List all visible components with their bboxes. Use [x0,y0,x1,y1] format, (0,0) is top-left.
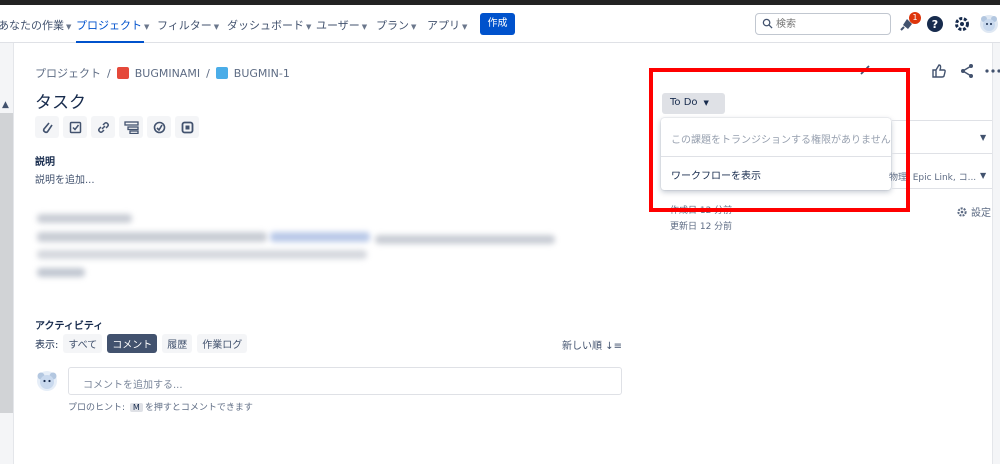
gear-icon [957,206,967,217]
description-label: 説明 [35,157,55,168]
show-label: 表示: [35,340,59,351]
breadcrumb-issue-key[interactable]: BUGMIN-1 [234,67,290,80]
blurred-content [375,235,555,244]
search-input[interactable] [776,16,886,32]
nav-apps[interactable]: アプリ ▼ [427,17,467,33]
automation-icon [153,121,165,133]
blurred-content [37,214,132,223]
nav-people[interactable]: ユーザー ▼ [316,17,367,33]
search-box[interactable] [755,13,891,35]
tab-comments[interactable]: コメント [107,334,158,353]
activity-tabs: 表示: すべて コメント 履歴 作業ログ [35,334,248,353]
blurred-content [37,250,367,259]
link-issue-button[interactable] [91,116,115,138]
task-type-icon [215,67,228,79]
add-web-link-button[interactable] [119,116,143,138]
nav-dashboards[interactable]: ダッシュボード ▼ [227,17,311,33]
checkbox-icon [69,121,81,133]
app-button[interactable] [175,116,199,138]
user-avatar-icon[interactable] [979,14,999,34]
tab-all[interactable]: すべて [63,334,103,353]
scrollbar-thumb[interactable] [0,113,13,413]
settings-label: 設定 [971,208,991,219]
notification-badge: 1 [909,12,921,24]
nav-plans[interactable]: プラン ▼ [376,17,416,33]
left-scrollbar[interactable]: ▲ [0,43,14,464]
settings-gear-icon[interactable] [952,14,972,34]
project-icon [116,67,129,79]
sort-order-button[interactable]: 新しい順 ↓≡ [562,337,622,352]
tab-history[interactable]: 履歴 [162,334,193,353]
issue-toolbar [35,116,199,138]
search-icon [762,18,773,29]
more-actions-icon[interactable] [984,62,1000,80]
attach-button[interactable] [35,116,59,138]
tab-worklog[interactable]: 作業ログ [197,334,248,353]
app-icon [181,121,193,133]
updated-date: 更新日 12 分前 [670,222,733,232]
breadcrumb-separator: / [107,66,111,80]
description-placeholder[interactable]: 説明を追加... [35,171,95,186]
comment-input[interactable]: コメントを追加する... [68,367,622,395]
blurred-content [37,232,267,242]
link-icon [97,121,109,133]
hint-prefix: プロのヒント: [68,403,126,413]
right-scrollbar[interactable] [992,43,1000,464]
hint-suffix: を押すとコメントできます [144,403,253,413]
chevron-down-icon[interactable]: ▼ [980,171,986,180]
nav-filters[interactable]: フィルター ▼ [157,17,219,33]
breadcrumb: プロジェクト / BUGMINAMI / BUGMIN-1 [35,65,290,81]
top-navigation: あなたの作業 ▼ プロジェクト ▼ フィルター ▼ ダッシュボード ▼ ユーザー ▼ プラ… [0,5,1000,43]
breadcrumb-separator: / [206,66,210,80]
thumbs-up-icon[interactable] [930,62,948,80]
blurred-content [270,232,370,242]
blurred-content [37,268,85,277]
nav-projects[interactable]: プロジェクト ▼ [76,17,149,33]
configure-button[interactable]: 設定 [956,204,991,219]
highlight-annotation-box [649,68,910,212]
share-icon[interactable] [958,62,976,80]
commenter-avatar-icon [37,371,57,391]
add-child-issue-button[interactable] [63,116,87,138]
paperclip-icon [42,122,53,134]
create-button[interactable]: 作成 [480,13,515,35]
svg-text:?: ? [932,18,938,31]
help-icon[interactable]: ? [925,14,945,34]
automation-button[interactable] [147,116,171,138]
sort-label: 新しい順 [562,341,602,352]
hierarchy-icon [123,120,139,134]
hint-key: M [129,403,143,412]
sort-icon: ↓≡ [605,341,622,352]
breadcrumb-project[interactable]: BUGMINAMI [135,67,200,80]
nav-your-work[interactable]: あなたの作業 ▼ [0,17,71,33]
chevron-down-icon[interactable]: ▼ [980,133,986,142]
issue-title[interactable]: タスク [35,88,86,113]
activity-label: アクティビティ [35,321,104,332]
active-nav-indicator [76,41,144,43]
pro-tip: プロのヒント: M を押すとコメントできます [68,400,253,413]
breadcrumb-projects[interactable]: プロジェクト [35,65,101,81]
scroll-up-icon[interactable]: ▲ [2,100,9,110]
